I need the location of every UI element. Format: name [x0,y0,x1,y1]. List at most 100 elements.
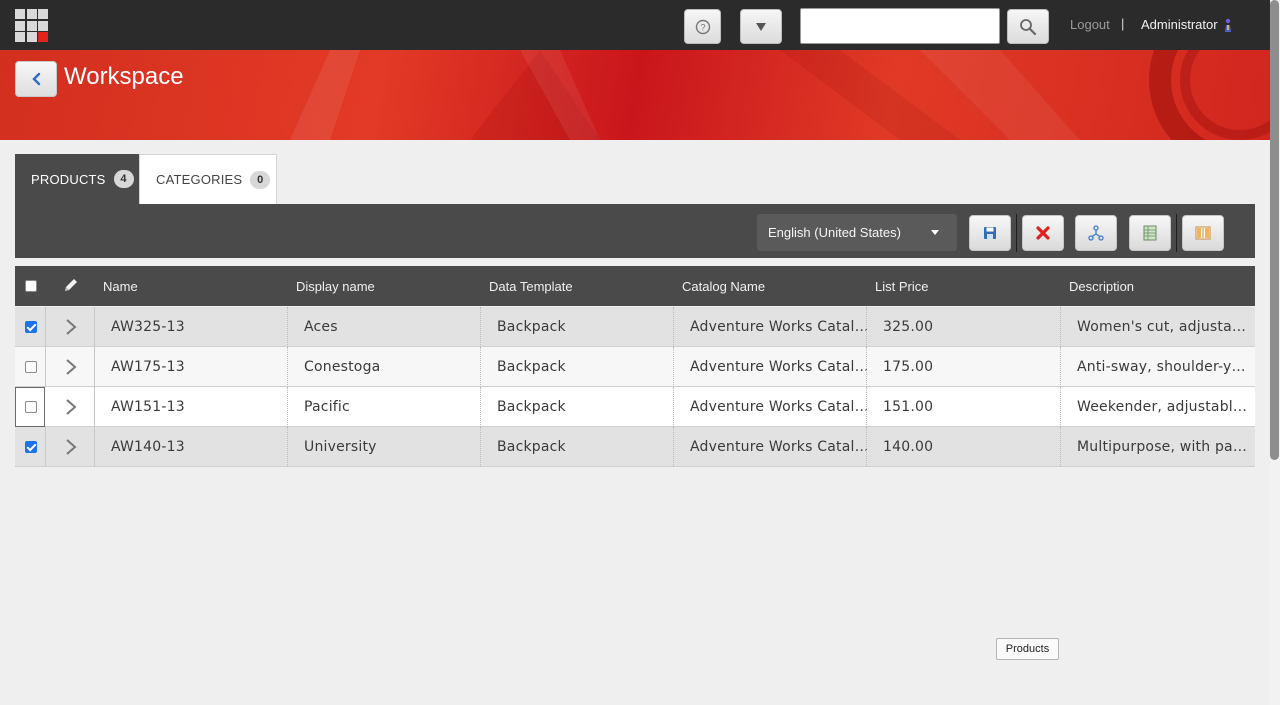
cell-name[interactable]: AW151-13 [111,387,291,427]
cell-divider [45,307,46,347]
table-row[interactable]: AW325-13 Aces Backpack Adventure Works C… [15,307,1255,347]
cell-catalog-name[interactable]: Adventure Works Catalog [690,387,870,427]
cell-list-price[interactable]: 175.00 [883,347,1063,387]
column-header-description[interactable]: Description [1069,279,1134,294]
cell-display-name[interactable]: Pacific [304,387,484,427]
cell-data-template[interactable]: Backpack [497,427,677,467]
banner-pattern [290,50,1270,140]
cell-divider [480,347,481,387]
table-row[interactable]: AW175-13 Conestoga Backpack Adventure Wo… [15,347,1255,387]
cell-divider [480,307,481,347]
cell-list-price[interactable]: 325.00 [883,307,1063,347]
save-icon [984,227,996,239]
cell-display-name[interactable]: Aces [304,307,484,347]
cell-display-name[interactable]: University [304,427,484,467]
tab-products[interactable]: PRODUCTS 4 [15,154,139,204]
cell-data-template[interactable]: Backpack [497,387,677,427]
cell-description[interactable]: Multipurpose, with padded laptop sleeve [1077,427,1249,467]
tab-categories[interactable]: CATEGORIES 0 [139,154,277,204]
app-launcher-icon[interactable] [15,9,48,42]
table-row[interactable]: AW140-13 University Backpack Adventure W… [15,427,1255,467]
page-title: Workspace [64,63,184,90]
cell-data-template[interactable]: Backpack [497,347,677,387]
tab-label: PRODUCTS [31,171,106,187]
column-header-display-name[interactable]: Display name [296,279,375,294]
cell-data-template[interactable]: Backpack [497,307,677,347]
hierarchy-button[interactable] [1075,215,1117,251]
help-icon: ? [695,19,710,34]
svg-text:?: ? [700,22,705,32]
chevron-right-icon[interactable] [61,357,81,377]
cell-divider [866,427,867,467]
cell-divider [866,347,867,387]
cell-divider [94,387,95,427]
column-header-name[interactable]: Name [103,279,138,294]
cell-catalog-name[interactable]: Adventure Works Catalog [690,307,870,347]
tab-count-badge: 4 [113,170,134,188]
page-banner: Workspace [0,50,1270,140]
caret-down-icon [756,22,766,31]
tab-label: CATEGORIES [156,172,243,187]
spreadsheet-button[interactable] [1129,215,1171,251]
column-header-data-template[interactable]: Data Template [489,279,573,294]
chevron-right-icon[interactable] [61,397,81,417]
scrollbar-thumb[interactable] [1270,0,1279,460]
cell-description[interactable]: Anti-sway, shoulder-yoke straps [1077,347,1249,387]
logout-link[interactable]: Logout [1070,17,1110,32]
edit-icon[interactable] [62,276,80,294]
user-name[interactable]: Administrator [1141,17,1218,32]
cell-description[interactable]: Weekender, adjustable straps [1077,387,1249,427]
dropdown-menu-button[interactable] [740,9,782,44]
row-checkbox[interactable] [25,441,37,453]
cell-display-name[interactable]: Conestoga [304,347,484,387]
cell-divider [1060,347,1061,387]
save-button[interactable] [969,215,1011,251]
cell-catalog-name[interactable]: Adventure Works Catalog [690,427,870,467]
cell-name[interactable]: AW325-13 [111,307,291,347]
cell-divider [866,387,867,427]
cell-divider [45,347,46,387]
cell-divider [287,307,288,347]
chevron-right-icon[interactable] [61,437,81,457]
user-icon[interactable] [1222,17,1234,33]
search-button[interactable] [1007,9,1049,44]
spreadsheet-icon [1143,225,1157,241]
cell-list-price[interactable]: 140.00 [883,427,1063,467]
cell-divider [45,427,46,467]
table-row[interactable]: AW151-13 Pacific Backpack Adventure Work… [15,387,1255,427]
toolbar-divider [1176,214,1177,252]
grid-header: Name Display name Data Template Catalog … [15,266,1255,306]
cell-divider [287,387,288,427]
columns-button[interactable] [1182,215,1224,251]
delete-button[interactable] [1022,215,1064,251]
chevron-right-icon[interactable] [61,317,81,337]
cell-name[interactable]: AW140-13 [111,427,291,467]
cell-divider [1060,427,1061,467]
back-button[interactable] [15,61,57,97]
select-all-checkbox[interactable] [25,280,37,292]
caret-down-icon [931,230,939,235]
cell-divider [94,347,95,387]
cell-catalog-name[interactable]: Adventure Works Catalog [690,347,870,387]
column-header-list-price[interactable]: List Price [875,279,928,294]
cell-divider [673,347,674,387]
cell-name[interactable]: AW175-13 [111,347,291,387]
cell-divider [94,427,95,467]
cell-list-price[interactable]: 151.00 [883,387,1063,427]
cell-divider [94,307,95,347]
chevron-left-icon [32,72,41,86]
language-select[interactable]: English (United States) [757,214,957,251]
search-input[interactable] [800,8,1000,44]
row-checkbox[interactable] [25,361,37,373]
toolbar-divider [1016,214,1017,252]
cell-divider [866,307,867,347]
row-checkbox[interactable] [25,321,37,333]
tab-count-badge: 0 [250,170,271,189]
help-button[interactable]: ? [684,9,721,44]
cell-divider [1060,387,1061,427]
cell-description[interactable]: Women's cut, adjustable straps [1077,307,1249,347]
columns-icon [1195,226,1211,240]
tooltip: Products [996,638,1059,660]
column-header-catalog-name[interactable]: Catalog Name [682,279,765,294]
row-checkbox[interactable] [25,401,37,413]
